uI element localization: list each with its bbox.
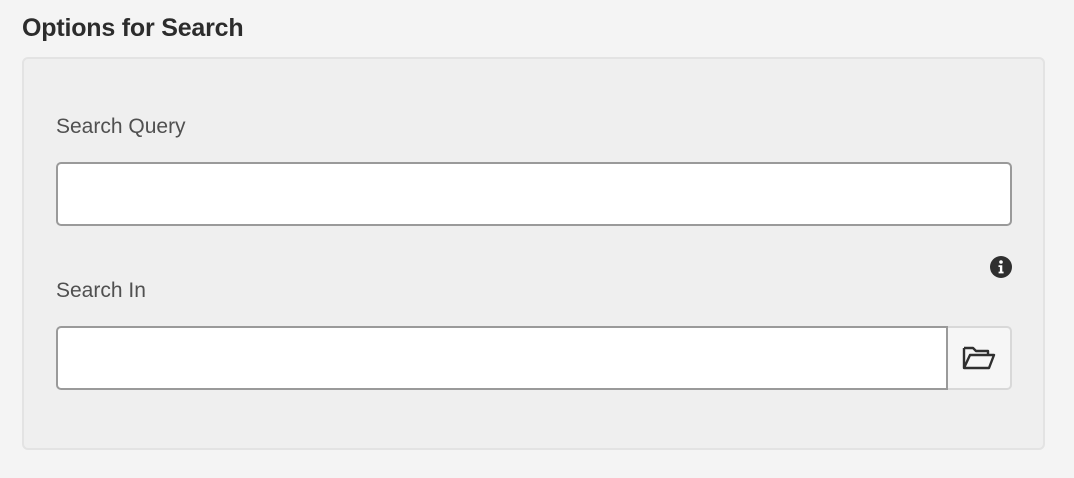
search-in-path-group — [56, 326, 1012, 390]
search-query-label: Search Query — [56, 115, 186, 138]
folder-open-icon — [962, 346, 996, 370]
search-in-label: Search In — [56, 279, 146, 302]
section-title: Options for Search — [22, 14, 244, 42]
search-options-page: Options for Search Search Query Search I… — [0, 0, 1074, 478]
search-options-panel: Search Query Search In — [22, 57, 1045, 450]
browse-folder-button[interactable] — [948, 326, 1012, 390]
info-icon[interactable] — [990, 256, 1012, 278]
search-query-input[interactable] — [56, 162, 1012, 226]
search-in-input[interactable] — [56, 326, 948, 390]
